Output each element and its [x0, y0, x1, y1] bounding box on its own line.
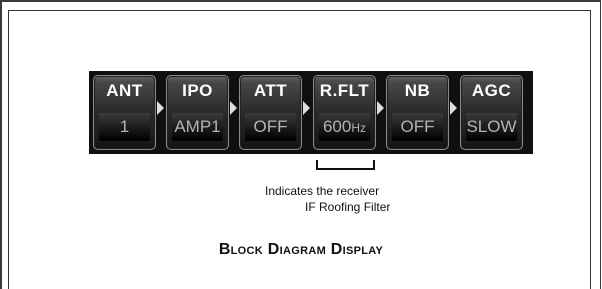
ant-label: ANT — [106, 81, 143, 100]
arrow-right-icon — [450, 101, 457, 115]
rflt-label: R.FLT — [319, 81, 370, 100]
block-diagram-strip: ANT 1 IPO AMP1 ATT OFF R.FLT 600Hz NB OF… — [89, 71, 533, 154]
nb-value-text: OFF — [400, 117, 435, 136]
att-value: OFF — [245, 113, 296, 141]
ipo-value: AMP1 — [172, 113, 223, 141]
annotation-line-2: IF Roofing Filter — [305, 200, 391, 214]
agc-value-text: SLOW — [466, 117, 517, 136]
att-value-text: OFF — [253, 117, 288, 136]
ipo-value-text: AMP1 — [174, 117, 221, 136]
nb-block[interactable]: NB OFF — [386, 75, 449, 150]
agc-label: AGC — [471, 81, 512, 100]
arrow-right-icon — [157, 101, 164, 115]
arrow-right-icon — [230, 101, 237, 115]
ipo-block[interactable]: IPO AMP1 — [166, 75, 229, 150]
agc-block[interactable]: AGC SLOW — [460, 75, 523, 150]
arrow-right-icon — [303, 101, 310, 115]
rflt-value-text: 600 — [322, 117, 352, 136]
rflt-block[interactable]: R.FLT 600Hz — [313, 75, 376, 150]
annotation-line-1: Indicates the receiver — [265, 184, 380, 198]
nb-value: OFF — [392, 113, 443, 141]
rflt-unit: Hz — [351, 121, 367, 135]
ant-value: 1 — [99, 113, 150, 141]
ant-value-text: 1 — [119, 117, 130, 136]
arrow-right-icon — [377, 101, 384, 115]
nb-label: NB — [404, 81, 431, 100]
rflt-value: 600Hz — [319, 113, 370, 141]
att-block[interactable]: ATT OFF — [239, 75, 302, 150]
ant-block[interactable]: ANT 1 — [93, 75, 156, 150]
figure-caption: Block Diagram Display — [218, 241, 384, 258]
ipo-label: IPO — [182, 81, 213, 100]
agc-value: SLOW — [466, 113, 517, 141]
rflt-bracket — [316, 160, 375, 170]
att-label: ATT — [253, 81, 288, 100]
